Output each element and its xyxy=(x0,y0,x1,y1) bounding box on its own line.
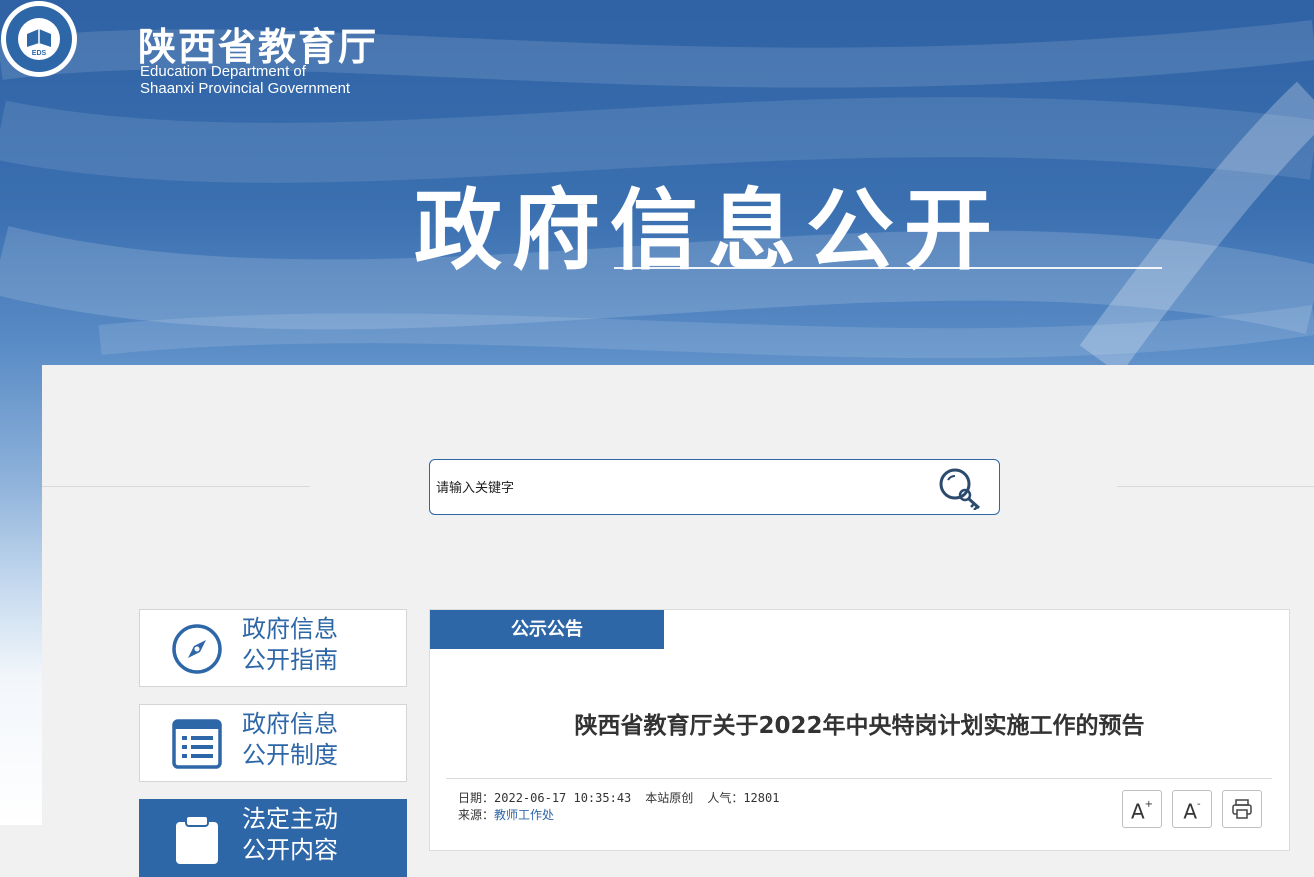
search-box xyxy=(429,459,1000,515)
views-label: 人气： xyxy=(707,791,744,805)
org-name-en-line1: Education Department of xyxy=(140,63,306,80)
article-title: 陕西省教育厅关于2022年中央特岗计划实施工作的预告 xyxy=(574,713,1145,739)
article-divider xyxy=(446,778,1272,779)
origin-text: 本站原创 xyxy=(645,791,694,805)
sidebar-item-mandatory[interactable]: 法定主动 公开内容 xyxy=(139,799,407,877)
search-input[interactable] xyxy=(434,476,918,500)
label-line2: 公开制度 xyxy=(242,741,338,769)
date-label: 日期： xyxy=(458,791,495,805)
sidebar-item-label: 政府信息 公开制度 xyxy=(242,709,392,771)
article-panel: 公示公告 陕西省教育厅关于2022年中央特岗计划实施工作的预告 日期：2022-… xyxy=(429,609,1290,851)
source-label: 来源： xyxy=(458,808,495,822)
article-meta: 日期：2022-06-17 10:35:43 本站原创 人气：12801 来源：教师… xyxy=(458,790,779,824)
org-name-en: Education Department of Shaanxi Provinci… xyxy=(140,63,350,97)
meta-line2: 来源：教师工作处 xyxy=(458,807,779,824)
source-link[interactable]: 教师工作处 xyxy=(494,808,554,822)
label-line1: 法定主动 xyxy=(242,805,338,833)
print-button[interactable] xyxy=(1222,790,1262,828)
department-logo[interactable]: EDS xyxy=(0,0,78,78)
views-value: 12801 xyxy=(743,791,780,805)
label-line2: 公开指南 xyxy=(242,646,338,674)
main-panel: 政府信息 公开指南 政府信息 公开制度 法定主动 公开内容 公示公告 陕西省教育… xyxy=(42,365,1314,877)
list-document-icon xyxy=(172,719,222,769)
sidebar-item-guide[interactable]: 政府信息 公开指南 xyxy=(139,609,407,687)
clipboard-icon xyxy=(176,815,218,864)
sidebar-item-label: 法定主动 公开内容 xyxy=(242,804,392,866)
date-value: 2022-06-17 10:35:43 xyxy=(494,791,632,805)
sidebar-item-system[interactable]: 政府信息 公开制度 xyxy=(139,704,407,782)
label-line2: 公开内容 xyxy=(242,836,338,864)
org-name-en-line2: Shaanxi Provincial Government xyxy=(140,80,351,97)
search-key-icon[interactable] xyxy=(936,466,982,510)
logo-text: EDS xyxy=(32,50,47,57)
label-line1: 政府信息 xyxy=(242,615,338,643)
search-divider-right xyxy=(1117,486,1314,487)
compass-icon xyxy=(172,624,222,674)
printer-icon xyxy=(1232,799,1252,819)
tab-announcements[interactable]: 公示公告 xyxy=(430,610,664,649)
sidebar-item-label: 政府信息 公开指南 xyxy=(242,614,392,676)
meta-line1: 日期：2022-06-17 10:35:43 本站原创 人气：12801 xyxy=(458,790,779,807)
hero-underline xyxy=(614,267,1162,269)
increase-font-button[interactable]: A+ xyxy=(1122,790,1162,828)
decrease-font-button[interactable]: A- xyxy=(1172,790,1212,828)
label-line1: 政府信息 xyxy=(242,710,338,738)
search-divider-left xyxy=(42,486,310,487)
